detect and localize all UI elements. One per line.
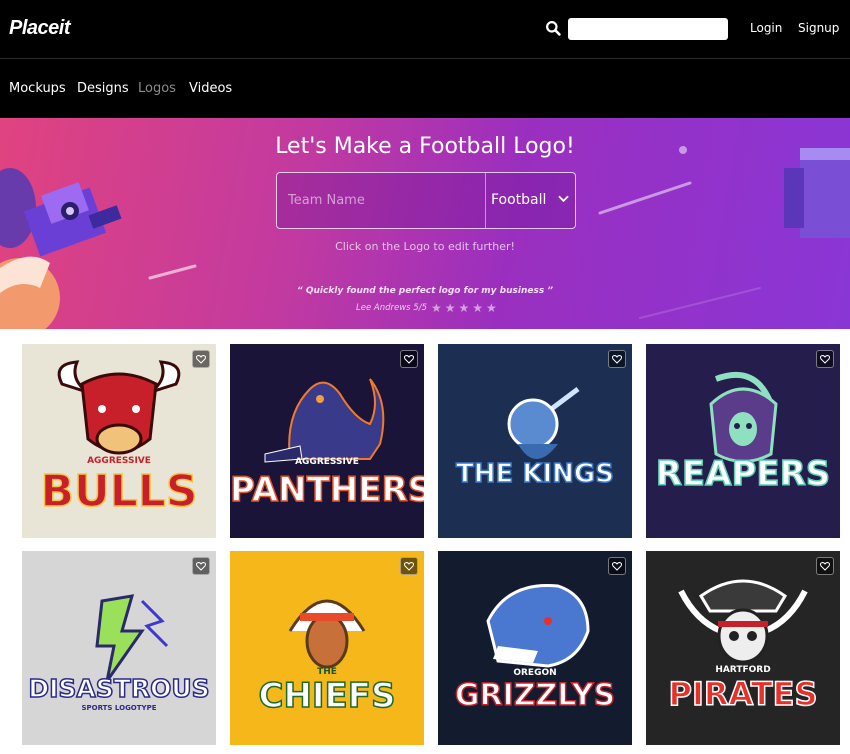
heart-icon[interactable]: [400, 557, 418, 575]
logo-subtitle: SPORTS LOGOTYPE: [81, 704, 157, 712]
author-name: Lee Andrews 5/5: [356, 303, 427, 313]
search-icon[interactable]: [545, 20, 562, 37]
logo-title: PIRATES: [668, 674, 819, 714]
hero-hint: Click on the Logo to edit further!: [335, 240, 515, 253]
search-input[interactable]: [568, 18, 728, 40]
star-icon: ★: [458, 301, 470, 315]
top-bar: Placeit Login Signup: [0, 0, 850, 59]
nav-item-mockups[interactable]: Mockups: [9, 81, 66, 96]
logo-top-text: OREGON: [513, 668, 557, 678]
logo-top-text: AGGRESSIVE: [87, 456, 151, 466]
logo-card-pirates[interactable]: HARTFORD PIRATES: [646, 551, 840, 745]
hero-banner: Let's Make a Football Logo! Football Cli…: [0, 118, 850, 329]
bear-mascot: [486, 583, 590, 668]
logo-card-bulls[interactable]: AGGRESSIVE BULLS: [22, 344, 216, 538]
logo-card-chiefs[interactable]: THE CHIEFS: [230, 551, 424, 745]
logo-maker-form: Football: [276, 172, 576, 229]
login-link[interactable]: Login: [750, 21, 782, 35]
knight-mascot: [507, 387, 580, 459]
reaper-mascot: [709, 372, 778, 463]
logo-title: THE KINGS: [455, 458, 614, 490]
heart-icon[interactable]: [192, 350, 210, 368]
logo-top-text: AGGRESSIVE: [295, 457, 359, 467]
sport-select[interactable]: Football: [486, 173, 575, 228]
testimonial-author: Lee Andrews 5/5 ★ ★ ★ ★ ★: [356, 301, 500, 315]
sport-select-value: Football: [491, 192, 547, 208]
logo-top-text: HARTFORD: [715, 665, 771, 675]
heart-icon[interactable]: [608, 557, 626, 575]
logo-card-grizzlys[interactable]: OREGON GRIZZLYS: [438, 551, 632, 745]
rating-stars: ★ ★ ★ ★ ★: [431, 301, 500, 315]
heart-icon[interactable]: [192, 557, 210, 575]
nav-item-videos[interactable]: Videos: [189, 81, 232, 96]
logo-card-reapers[interactable]: REAPERS: [646, 344, 840, 538]
brand-logo[interactable]: Placeit: [9, 17, 70, 40]
nav-item-logos[interactable]: Logos: [138, 81, 176, 96]
logo-title: PANTHERS: [230, 469, 424, 511]
heart-icon[interactable]: [400, 350, 418, 368]
logo-card-disastrous[interactable]: DISASTROUS SPORTS LOGOTYPE: [22, 551, 216, 745]
logo-card-panthers[interactable]: AGGRESSIVE PANTHERS: [230, 344, 424, 538]
chevron-down-icon: [558, 195, 569, 203]
nav-item-designs[interactable]: Designs: [77, 81, 129, 96]
heart-icon[interactable]: [816, 350, 834, 368]
heart-icon[interactable]: [816, 557, 834, 575]
logo-title: BULLS: [40, 465, 199, 518]
heart-icon[interactable]: [608, 350, 626, 368]
logo-title: DISASTROUS: [28, 673, 211, 704]
star-icon: ★: [486, 301, 497, 315]
team-name-input[interactable]: [277, 173, 485, 228]
lightning-mascot: [95, 594, 169, 682]
logo-title: GRIZZLYS: [454, 677, 616, 714]
category-nav: Mockups Designs Logos Videos: [0, 59, 850, 118]
logo-title: REAPERS: [655, 453, 831, 495]
hero-title: Let's Make a Football Logo!: [275, 134, 575, 159]
pirate-mascot: [678, 579, 808, 664]
logo-card-the-kings[interactable]: THE KINGS: [438, 344, 632, 538]
star-icon: ★: [444, 301, 456, 315]
star-icon: ★: [472, 301, 484, 315]
signup-link[interactable]: Signup: [798, 21, 839, 35]
logo-title: CHIEFS: [258, 675, 397, 717]
star-icon: ★: [430, 301, 442, 315]
testimonial-quote: “ Quickly found the perfect logo for my …: [296, 286, 554, 296]
